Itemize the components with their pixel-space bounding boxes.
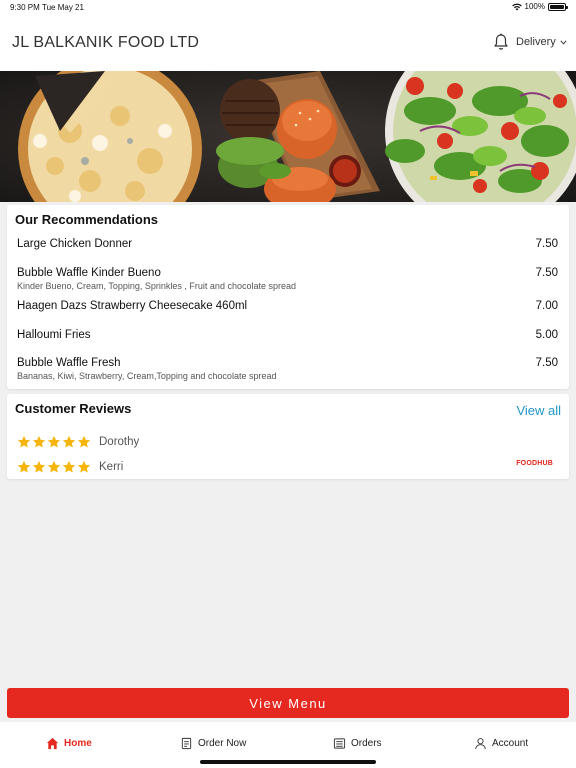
nav-orders[interactable]: Orders [333,737,382,750]
delivery-label: Delivery [516,36,556,48]
recommendations-card: Our Recommendations Large Chicken Donner… [7,205,569,389]
rating-stars [17,435,91,449]
reviewer-name: Dorothy [99,436,140,448]
battery-fill [550,4,564,9]
item-price: 7.50 [535,267,558,279]
hero-banner [0,71,576,202]
star-icon [17,435,31,448]
item-name: Large Chicken Donner [17,238,133,250]
recommendation-item[interactable]: Haagen Dazs Strawberry Cheesecake 460ml … [17,300,559,312]
restaurant-title: JL BALKANIK FOOD LTD [12,34,200,51]
wifi-icon [511,3,522,10]
account-icon [475,738,486,750]
chevron-down-icon [560,39,567,45]
review-row: Dorothy [17,435,139,449]
status-indicators: 100% [511,2,568,11]
bell-icon[interactable] [493,33,509,51]
item-name: Bubble Waffle Fresh [17,357,121,369]
star-icon [62,435,76,448]
status-time: 9:30 PM [10,3,40,12]
delivery-selector[interactable]: Delivery [516,36,567,48]
recommendations-title: Our Recommendations [15,212,159,227]
item-name: Haagen Dazs Strawberry Cheesecake 460ml [17,300,248,312]
star-icon [17,460,31,473]
nav-order-now[interactable]: Order Now [180,737,246,750]
star-icon [47,460,61,473]
nav-label: Orders [351,738,382,749]
foodhub-logo: FOODHUB [516,460,553,467]
nav-label: Order Now [198,738,247,749]
status-bar: 9:30 PM Tue May 21 100% [0,0,576,14]
item-description: Kinder Bueno, Cream, Topping, Sprinkles … [17,281,296,291]
view-all-link[interactable]: View all [516,403,561,418]
view-menu-button[interactable]: View Menu [7,688,569,718]
star-icon [77,435,91,448]
item-price: 7.50 [535,357,558,369]
reviews-title: Customer Reviews [15,401,132,416]
order-now-icon [181,737,192,750]
battery-percent: 100% [524,2,545,11]
star-icon [77,460,91,473]
star-icon [32,460,46,473]
star-icon [47,435,61,448]
bottom-nav: Home Order Now Orders Account [0,722,576,768]
item-price: 7.50 [535,238,558,250]
recommendation-item[interactable]: Large Chicken Donner 7.50 [17,238,559,250]
status-date: Tue May 21 [42,3,84,12]
customer-reviews-card: Customer Reviews View all Dorothy Kerri … [7,394,569,479]
nav-account[interactable]: Account [474,737,528,750]
reviewer-name: Kerri [99,461,124,473]
rating-stars [17,460,91,474]
item-name: Halloumi Fries [17,329,91,341]
item-name: Bubble Waffle Kinder Bueno [17,267,161,279]
nav-label: Account [492,738,529,749]
recommendation-item[interactable]: Bubble Waffle Kinder Bueno Kinder Bueno,… [17,267,559,291]
nav-home[interactable]: Home [46,737,92,750]
battery-icon [548,2,568,11]
item-price: 7.00 [535,300,558,312]
home-icon [46,737,59,750]
food-banner-image [0,71,576,202]
orders-icon [333,738,346,749]
home-indicator[interactable] [200,760,376,764]
item-price: 5.00 [535,329,558,341]
recommendation-item[interactable]: Halloumi Fries 5.00 [17,329,559,341]
review-row: Kerri [17,460,123,474]
app-header: JL BALKANIK FOOD LTD Delivery [0,14,576,71]
star-icon [62,460,76,473]
nav-label: Home [64,738,92,749]
recommendation-item[interactable]: Bubble Waffle Fresh Bananas, Kiwi, Straw… [17,357,559,381]
item-description: Bananas, Kiwi, Strawberry, Cream,Topping… [17,371,277,381]
star-icon [32,435,46,448]
